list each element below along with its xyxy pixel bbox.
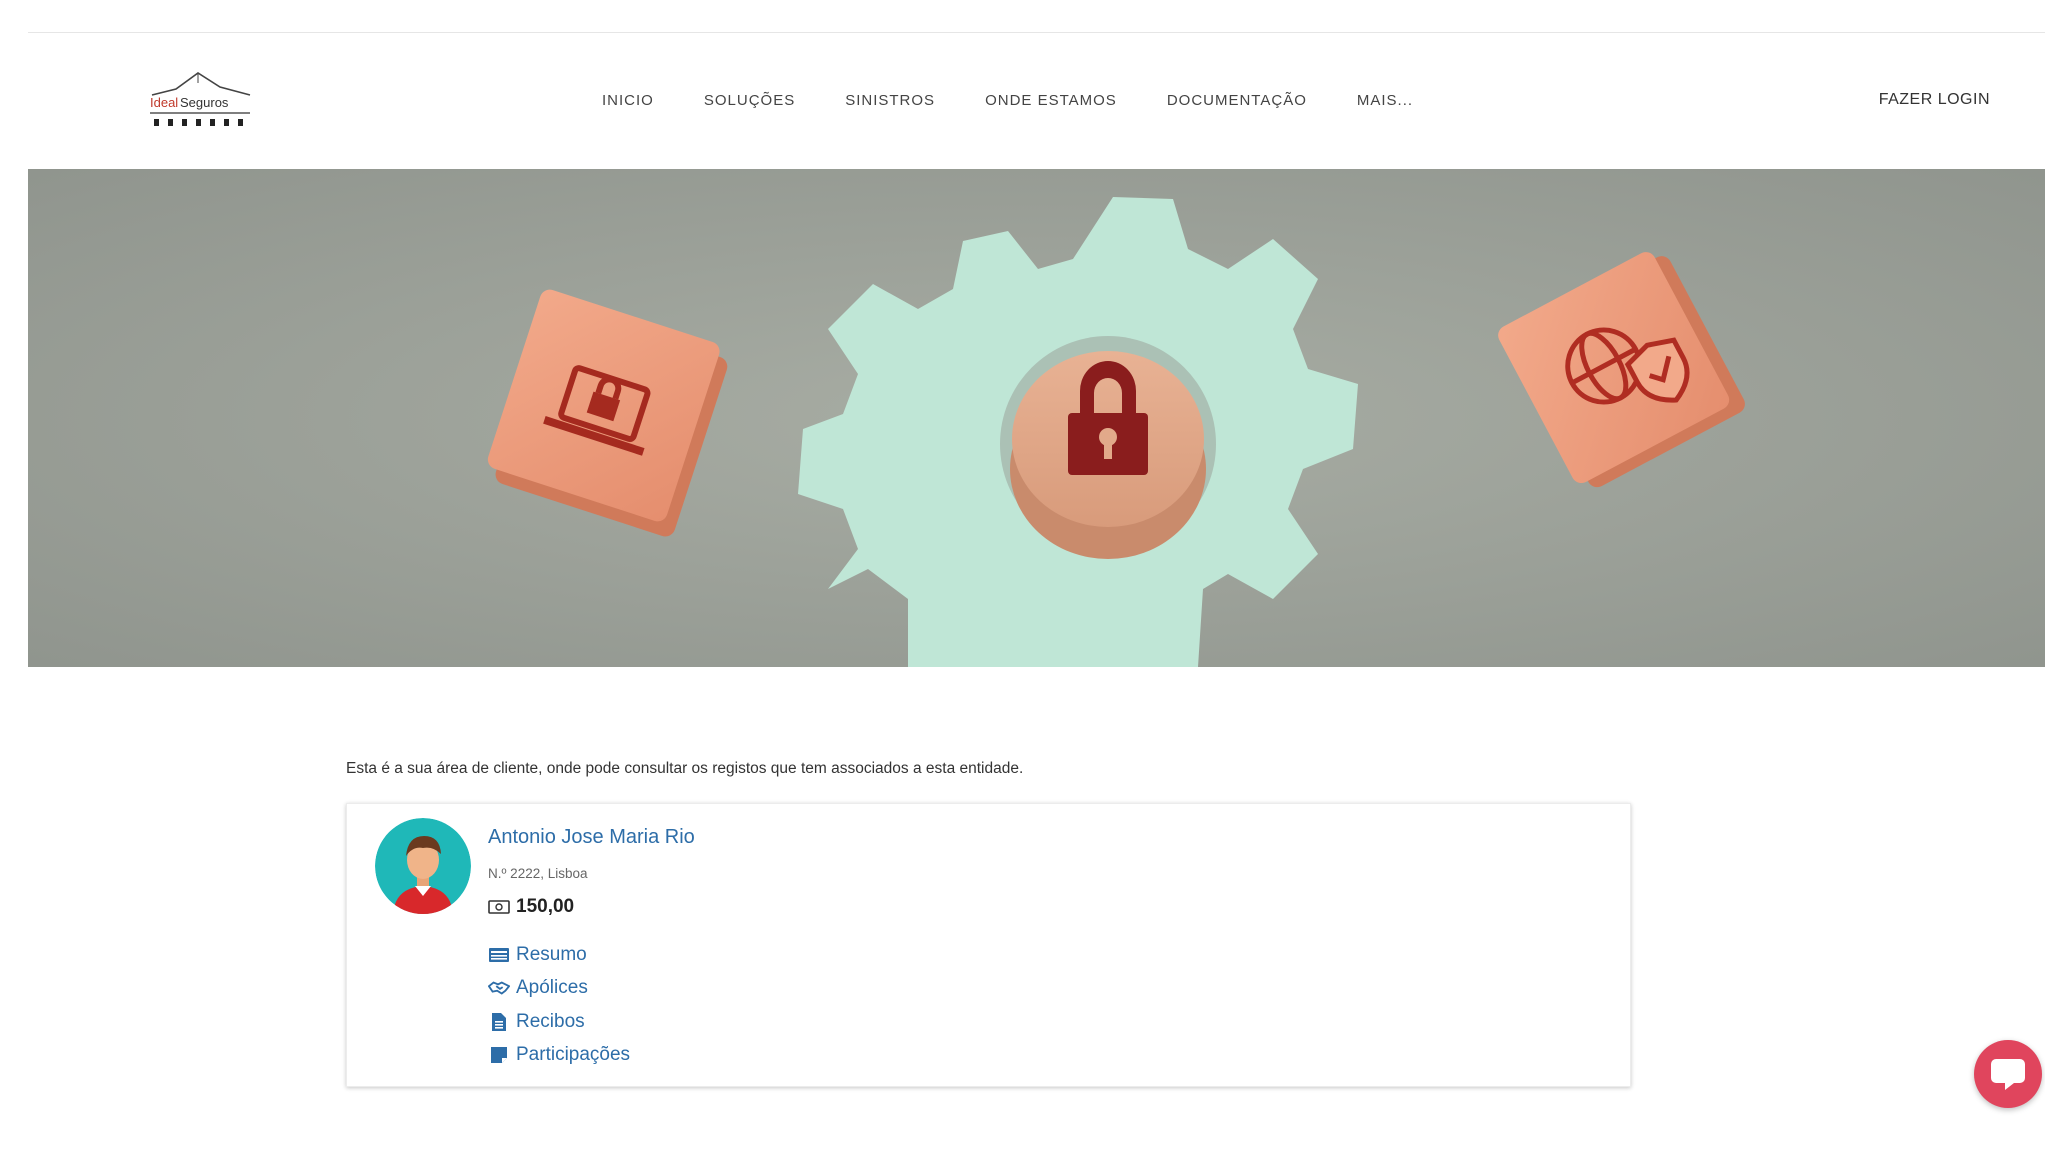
nav-documentacao[interactable]: DOCUMENTAÇÃO bbox=[1167, 92, 1307, 109]
link-recibos-label: Recibos bbox=[516, 1010, 585, 1032]
nav-inicio[interactable]: INICIO bbox=[602, 92, 654, 109]
client-links: Resumo Apólices Recibos Participações bbox=[488, 938, 630, 1072]
link-resumo[interactable]: Resumo bbox=[488, 938, 630, 972]
link-participacoes-label: Participações bbox=[516, 1044, 631, 1066]
link-recibos[interactable]: Recibos bbox=[488, 1005, 630, 1039]
nav-onde-estamos[interactable]: ONDE ESTAMOS bbox=[985, 92, 1117, 109]
main-nav: INICIO SOLUÇÕES SINISTROS ONDE ESTAMOS D… bbox=[602, 92, 1463, 109]
client-name[interactable]: Antonio Jose Maria Rio bbox=[488, 826, 695, 849]
balance-value: 150,00 bbox=[516, 896, 575, 917]
padlock-icon bbox=[1010, 351, 1206, 559]
link-resumo-label: Resumo bbox=[516, 943, 587, 965]
person-avatar-icon bbox=[375, 818, 471, 914]
handshake-icon bbox=[488, 978, 510, 998]
chat-button[interactable] bbox=[1974, 1040, 2042, 1108]
nav-mais[interactable]: MAIS... bbox=[1357, 92, 1413, 109]
balance: 150,00 bbox=[488, 896, 574, 918]
chat-bubble-icon bbox=[1991, 1059, 2025, 1090]
nav-sinistros[interactable]: SINISTROS bbox=[845, 92, 935, 109]
client-number-location: N.º 2222, Lisboa bbox=[488, 866, 588, 881]
company-logo[interactable]: Ideal Seguros bbox=[146, 69, 256, 131]
site-header: Ideal Seguros INICIO SOLUÇÕES SINISTROS … bbox=[28, 33, 2045, 169]
document-icon bbox=[488, 1012, 510, 1032]
svg-text:Seguros: Seguros bbox=[180, 95, 229, 110]
money-bill-icon bbox=[488, 900, 510, 914]
note-icon bbox=[488, 1045, 510, 1065]
svg-text:Ideal: Ideal bbox=[150, 95, 178, 110]
intro-text: Esta é a sua área de cliente, onde pode … bbox=[346, 760, 1024, 777]
link-participacoes[interactable]: Participações bbox=[488, 1039, 630, 1073]
link-apolices-label: Apólices bbox=[516, 977, 588, 999]
client-card: Antonio Jose Maria Rio N.º 2222, Lisboa … bbox=[346, 803, 1631, 1087]
nav-solucoes[interactable]: SOLUÇÕES bbox=[704, 92, 795, 109]
logo-mark: Ideal Seguros bbox=[150, 72, 251, 126]
hero-banner bbox=[28, 169, 2045, 667]
link-apolices[interactable]: Apólices bbox=[488, 972, 630, 1006]
hero-image bbox=[28, 169, 2045, 667]
list-card-icon bbox=[488, 945, 510, 965]
login-link[interactable]: FAZER LOGIN bbox=[1879, 91, 1990, 109]
avatar[interactable] bbox=[375, 818, 471, 914]
